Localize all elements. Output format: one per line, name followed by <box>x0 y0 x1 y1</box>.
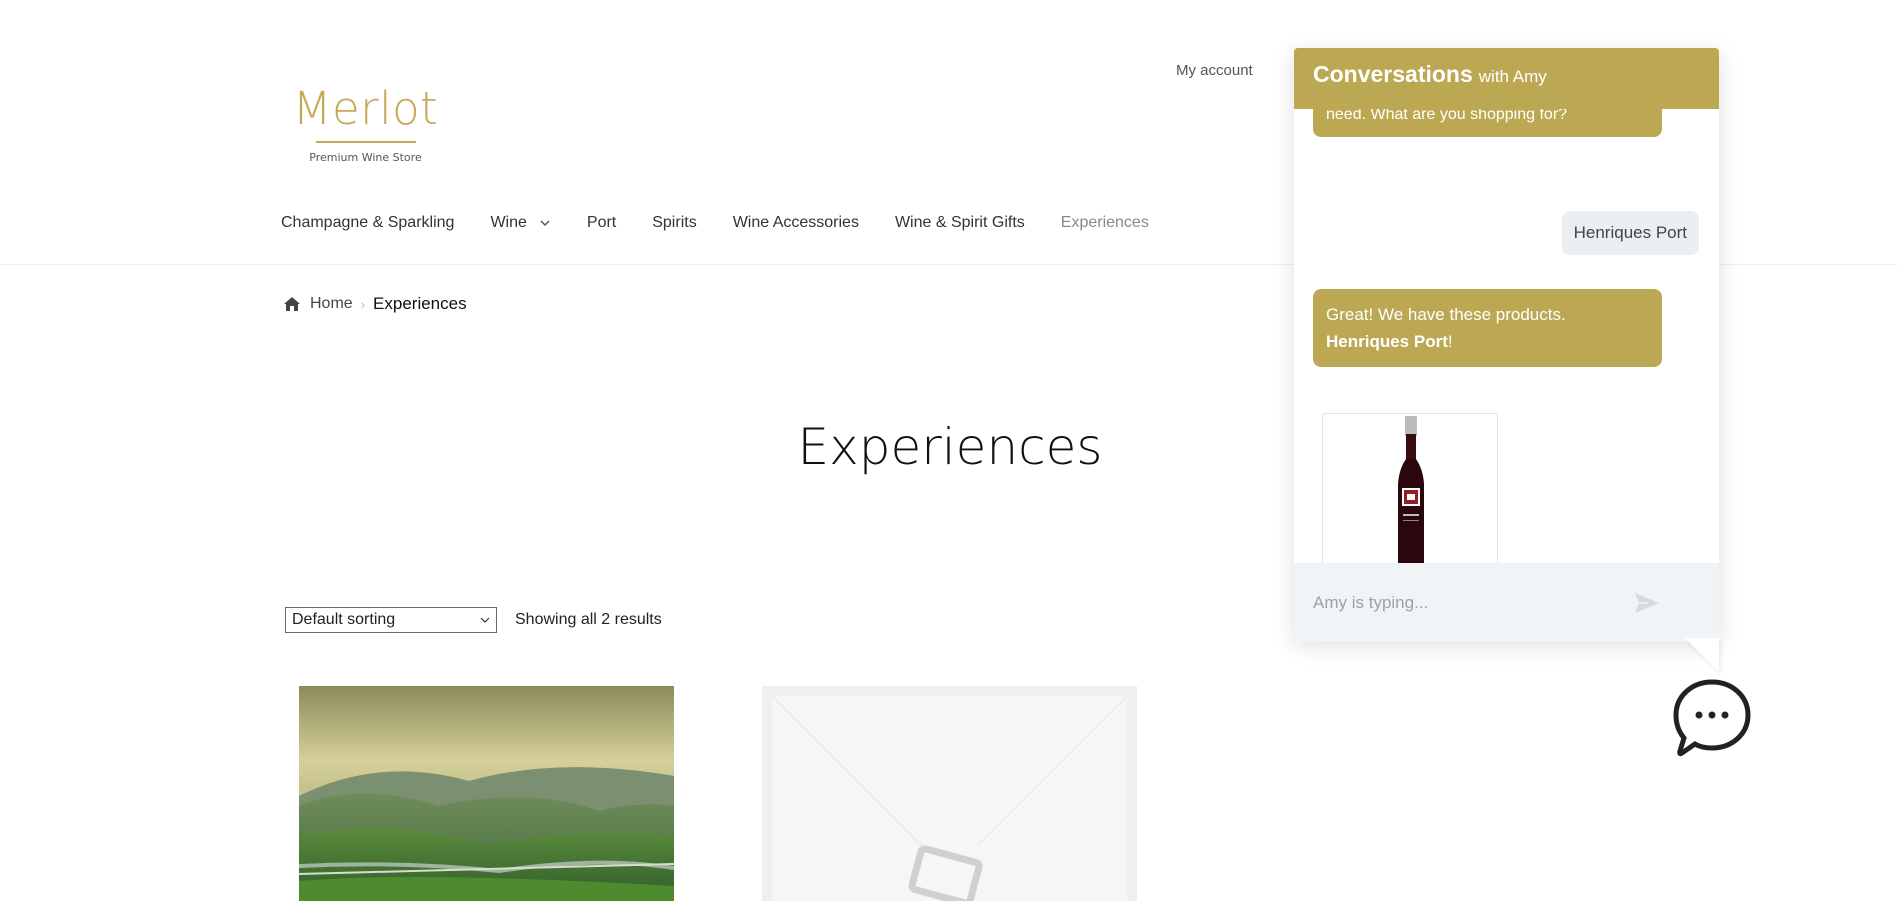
placeholder-frame <box>771 695 1128 901</box>
bot-message: Great! We have these products. Henriques… <box>1313 289 1662 367</box>
nav-item-experiences[interactable]: Experiences <box>1061 214 1149 232</box>
chat-subtitle: with Amy <box>1478 67 1547 86</box>
vineyard-landscape-image <box>299 686 674 901</box>
chat-header: Conversations with Amy <box>1294 48 1719 109</box>
product-image-vineyard[interactable] <box>299 686 674 901</box>
nav-item-champagne-sparkling[interactable]: Champagne & Sparkling <box>281 214 454 232</box>
nav-item-wine-label: Wine <box>490 214 527 231</box>
breadcrumb-home[interactable]: Home <box>310 295 353 313</box>
logo-divider <box>315 141 416 143</box>
chat-bubble-icon[interactable] <box>1672 678 1752 758</box>
image-placeholder-icon <box>771 695 1128 901</box>
chevron-down-icon[interactable] <box>539 217 551 229</box>
bot-message: need. What are you shopping for? <box>1313 109 1662 137</box>
home-icon <box>284 297 300 311</box>
chat-panel: Conversations with Amy need. What are yo… <box>1294 48 1719 642</box>
nav-item-wine[interactable]: Wine <box>490 214 550 232</box>
logo-tagline: Premium Wine Store <box>309 151 422 164</box>
nav-item-port[interactable]: Port <box>587 214 616 232</box>
sorting-selected-value: Default sorting <box>292 611 396 628</box>
chat-input-placeholder: Amy is typing... <box>1313 592 1429 612</box>
bot-message-text: Great! We have these products. <box>1326 305 1566 324</box>
chat-title: Conversations <box>1313 61 1473 87</box>
breadcrumb: Home › Experiences <box>284 294 467 314</box>
nav-item-spirits[interactable]: Spirits <box>652 214 696 232</box>
result-count: Showing all 2 results <box>515 611 662 628</box>
bot-message-suffix: ! <box>1447 332 1453 351</box>
sorting-select[interactable]: Default sorting <box>285 607 497 633</box>
logo-wordmark: Merlot <box>292 82 439 135</box>
send-icon[interactable] <box>1634 591 1660 615</box>
chevron-down-icon <box>480 617 490 623</box>
chat-panel-pointer <box>1685 638 1719 672</box>
chat-input[interactable]: Amy is typing... <box>1294 563 1719 642</box>
breadcrumb-current: Experiences <box>373 294 467 313</box>
chat-message-list[interactable]: need. What are you shopping for? Henriqu… <box>1294 109 1719 611</box>
nav-item-wine-accessories[interactable]: Wine Accessories <box>733 214 859 232</box>
nav-item-wine-spirit-gifts[interactable]: Wine & Spirit Gifts <box>895 214 1025 232</box>
site-logo[interactable]: Merlot Premium Wine Store <box>288 55 443 180</box>
breadcrumb-separator: › <box>360 296 366 312</box>
user-message: Henriques Port <box>1561 211 1699 255</box>
primary-navigation: Champagne & Sparkling Wine Port Spirits … <box>281 214 1185 232</box>
bot-message-product-link[interactable]: Henriques Port <box>1326 332 1448 351</box>
product-image-placeholder[interactable] <box>762 686 1137 901</box>
my-account-link[interactable]: My account <box>1176 62 1253 79</box>
